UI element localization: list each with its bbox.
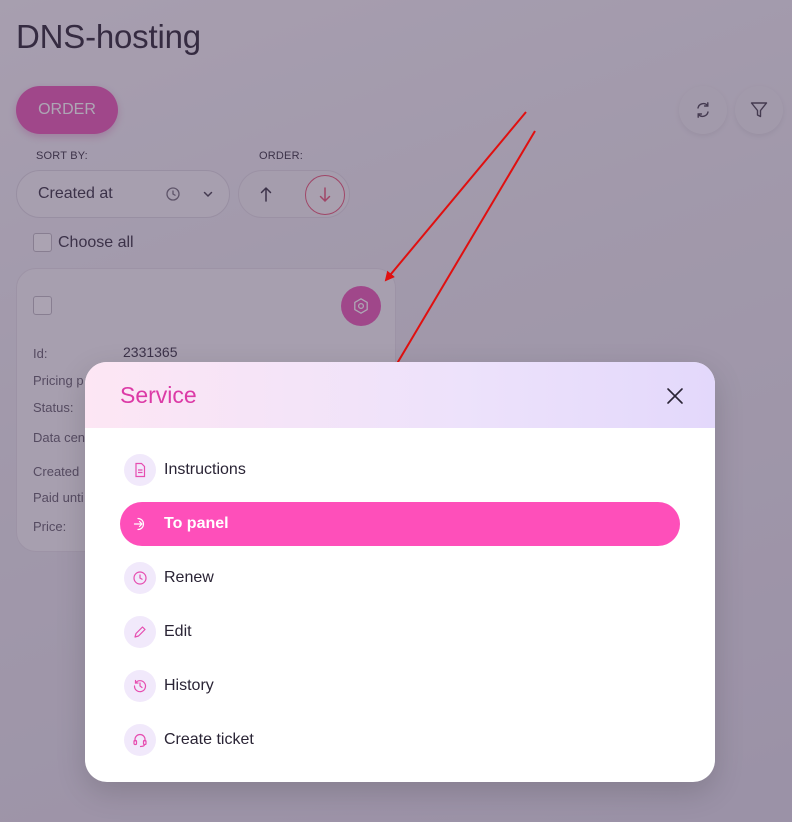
menu-item-history[interactable]: History (120, 664, 680, 708)
service-modal: Service Instructions To panel Renew Edit… (85, 362, 715, 782)
menu-item-create-ticket[interactable]: Create ticket (120, 718, 680, 762)
menu-item-label: Create ticket (164, 731, 254, 748)
menu-item-instructions[interactable]: Instructions (120, 448, 680, 492)
menu-item-edit[interactable]: Edit (120, 610, 680, 654)
document-icon (124, 454, 156, 486)
menu-item-label: Edit (164, 623, 192, 640)
clock-icon (124, 562, 156, 594)
close-icon (667, 388, 683, 404)
menu-item-label: To panel (164, 515, 229, 532)
menu-item-renew[interactable]: Renew (120, 556, 680, 600)
pencil-icon (124, 616, 156, 648)
modal-title: Service (120, 382, 197, 408)
menu-item-label: History (164, 677, 214, 694)
enter-panel-icon (124, 508, 156, 540)
close-button[interactable] (663, 384, 687, 408)
modal-header: Service (85, 362, 715, 428)
headset-icon (124, 724, 156, 756)
menu-item-to-panel[interactable]: To panel (120, 502, 680, 546)
history-icon (124, 670, 156, 702)
menu-item-label: Instructions (164, 461, 246, 478)
menu-item-label: Renew (164, 569, 214, 586)
